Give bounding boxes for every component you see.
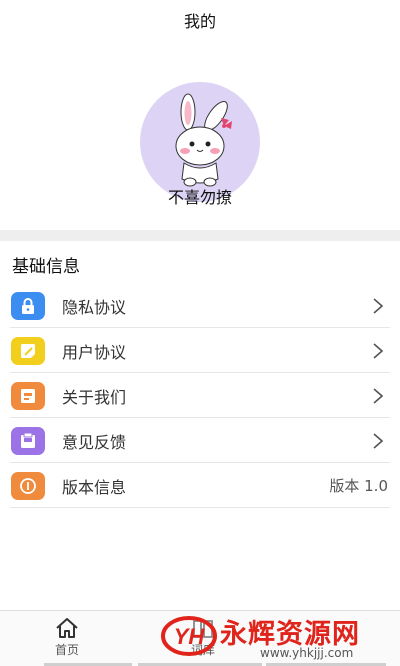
menu-item-about-us[interactable]: 关于我们 (0, 373, 400, 418)
menu-item-privacy-policy[interactable]: 隐私协议 (0, 283, 400, 328)
section-title: 基础信息 (12, 257, 80, 277)
watermark: YH 永辉资源网 www.yhkjjj.com (160, 612, 396, 660)
profile-section: 不喜勿撩 (0, 40, 400, 230)
lock-icon (11, 291, 45, 320)
menu-label: 用户协议 (62, 342, 127, 362)
chevron-right-icon (372, 297, 384, 315)
section-divider (0, 230, 400, 241)
username: 不喜勿撩 (167, 188, 232, 207)
version-value: 版本 1.0 (329, 477, 388, 495)
info-circle-icon (11, 471, 45, 500)
app-header: 我的 (0, 0, 400, 40)
note-edit-icon (11, 336, 45, 365)
watermark-logo-icon: YH (160, 614, 218, 658)
tab-home[interactable]: 首页 (40, 611, 94, 666)
page-title: 我的 (183, 12, 216, 31)
id-card-icon (11, 381, 45, 410)
menu-item-feedback[interactable]: 意见反馈 (0, 418, 400, 463)
feedback-box-icon (11, 426, 45, 455)
tab-label: 首页 (54, 643, 79, 657)
bottom-tab-bar: 首页 词库 YH 永辉资源网 www.yhkjjj.com (0, 610, 400, 666)
menu-item-user-agreement[interactable]: 用户协议 (0, 328, 400, 373)
menu-label: 关于我们 (62, 387, 127, 407)
chevron-right-icon (372, 432, 384, 450)
home-icon (54, 617, 80, 639)
menu-label: 隐私协议 (62, 297, 127, 317)
watermark-url: www.yhkjjj.com (260, 646, 354, 660)
menu-label: 意见反馈 (62, 432, 127, 452)
settings-menu: 隐私协议 用户协议 关于我们 意见反馈 版本信息 版本 1.0 (0, 283, 400, 508)
chevron-right-icon (372, 342, 384, 360)
chevron-right-icon (372, 387, 384, 405)
menu-label: 版本信息 (62, 477, 127, 497)
watermark-logo-text: YH (174, 624, 206, 649)
menu-item-version-info[interactable]: 版本信息 版本 1.0 (0, 463, 400, 508)
